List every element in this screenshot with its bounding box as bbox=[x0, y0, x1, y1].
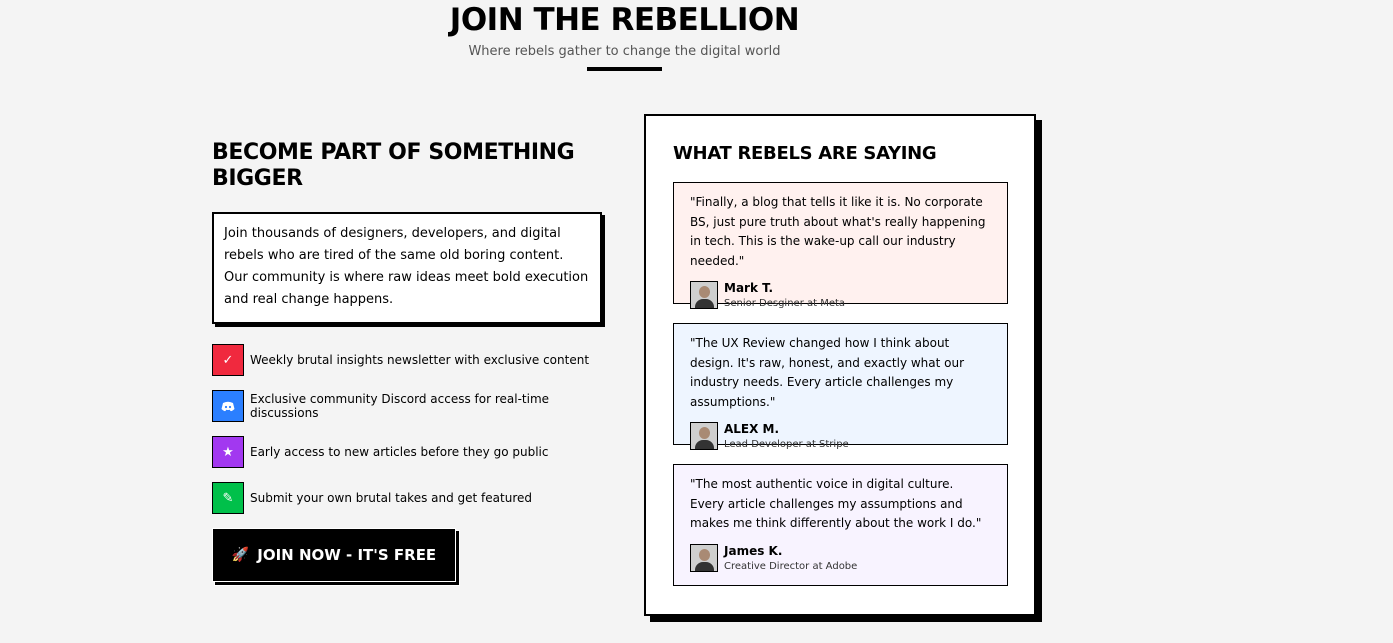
feature-text: Early access to new articles before they… bbox=[250, 445, 549, 459]
pencil-icon: ✎ bbox=[212, 482, 244, 514]
feature-item-newsletter: ✓ Weekly brutal insights newsletter with… bbox=[212, 344, 612, 376]
page-title: JOIN THE REBELLION bbox=[449, 2, 800, 38]
feature-text: Exclusive community Discord access for r… bbox=[250, 392, 550, 420]
section-header: JOIN THE REBELLION Where rebels gather t… bbox=[0, 0, 1249, 71]
check-icon: ✓ bbox=[212, 344, 244, 376]
testimonial-quote: "The UX Review changed how I think about… bbox=[690, 336, 965, 409]
feature-item-discord: Exclusive community Discord access for r… bbox=[212, 390, 612, 422]
testimonial-card: "Finally, a blog that tells it like it i… bbox=[673, 182, 1008, 309]
intro-box: Join thousands of designers, developers,… bbox=[212, 212, 602, 324]
star-icon: ★ bbox=[212, 436, 244, 468]
feature-item-submit: ✎ Submit your own brutal takes and get f… bbox=[212, 482, 612, 514]
testimonial-author: ALEX M. Lead Developer at Stripe bbox=[690, 422, 991, 450]
discord-icon bbox=[212, 390, 244, 422]
testimonial-quote: "Finally, a blog that tells it like it i… bbox=[690, 195, 986, 268]
testimonial-author: Mark T. Senior Desginer at Meta bbox=[690, 281, 991, 309]
author-role: Lead Developer at Stripe bbox=[724, 439, 849, 450]
feature-text: Weekly brutal insights newsletter with e… bbox=[250, 353, 590, 367]
feature-item-early-access: ★ Early access to new articles before th… bbox=[212, 436, 612, 468]
page-subtitle: Where rebels gather to change the digita… bbox=[468, 44, 781, 59]
author-name: James K. bbox=[724, 543, 783, 558]
join-now-button[interactable]: 🚀 JOIN NOW - IT'S FREE bbox=[212, 528, 456, 582]
section-heading: BECOME PART OF SOMETHING BIGGER bbox=[212, 140, 575, 191]
join-button-label: JOIN NOW - IT'S FREE bbox=[257, 546, 437, 564]
testimonial-author: James K. Creative Director at Adobe bbox=[690, 543, 991, 572]
join-info-column: BECOME PART OF SOMETHING BIGGER Join tho… bbox=[212, 140, 612, 582]
testimonials-panel: WHAT REBELS ARE SAYING "Finally, a blog … bbox=[644, 114, 1036, 616]
feature-list: ✓ Weekly brutal insights newsletter with… bbox=[212, 344, 612, 514]
author-role: Senior Desginer at Meta bbox=[724, 298, 846, 309]
testimonial-card: "The most authentic voice in digital cul… bbox=[673, 464, 1008, 586]
testimonials-heading: WHAT REBELS ARE SAYING bbox=[673, 143, 937, 164]
avatar bbox=[690, 281, 718, 309]
avatar bbox=[690, 543, 718, 572]
rocket-icon: 🚀 bbox=[231, 547, 250, 563]
author-name: Mark T. bbox=[724, 281, 774, 295]
feature-text: Submit your own brutal takes and get fea… bbox=[250, 491, 532, 505]
author-role: Creative Director at Adobe bbox=[724, 560, 858, 572]
testimonial-quote: "The most authentic voice in digital cul… bbox=[690, 477, 982, 530]
title-underline bbox=[587, 67, 662, 71]
avatar bbox=[690, 422, 718, 450]
author-name: ALEX M. bbox=[724, 422, 780, 436]
testimonial-card: "The UX Review changed how I think about… bbox=[673, 323, 1008, 450]
